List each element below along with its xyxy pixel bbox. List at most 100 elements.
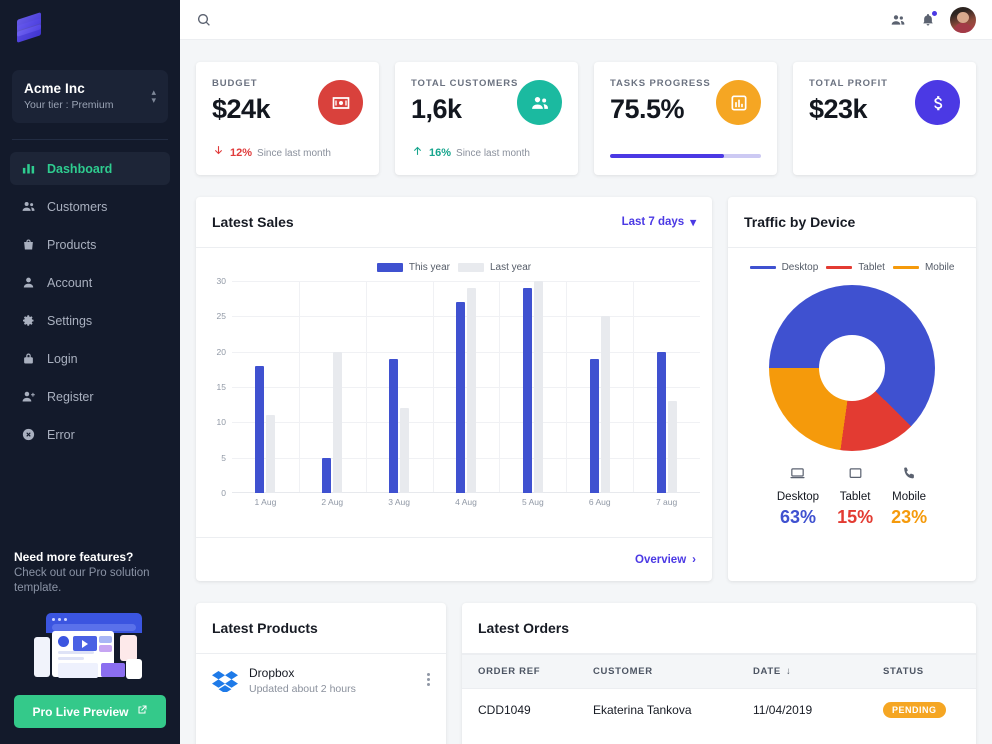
money-icon bbox=[318, 80, 363, 125]
donut-chart bbox=[769, 285, 935, 451]
avatar[interactable] bbox=[950, 6, 976, 33]
bar[interactable] bbox=[255, 365, 265, 493]
x-axis-tick: 1 Aug bbox=[254, 497, 277, 507]
legend-item-this-year: This year bbox=[376, 262, 450, 273]
list-item[interactable]: Dropbox Updated about 2 hours bbox=[196, 654, 446, 707]
search-icon[interactable] bbox=[196, 12, 212, 28]
bar[interactable] bbox=[400, 408, 410, 493]
sidebar-item-products[interactable]: Products bbox=[10, 228, 170, 261]
charts-row: Latest Sales Last 7 days ▾ This year Las… bbox=[196, 197, 976, 581]
organization-switcher[interactable]: Acme Inc Your tier : Premium ▴ ▾ bbox=[12, 70, 168, 123]
panel-title: Latest Orders bbox=[478, 620, 570, 636]
bar[interactable] bbox=[456, 302, 465, 493]
bar[interactable] bbox=[656, 351, 666, 493]
bar[interactable] bbox=[522, 288, 532, 493]
device-name: Mobile bbox=[892, 491, 927, 503]
progress-bar bbox=[610, 154, 761, 158]
app-logo[interactable] bbox=[0, 0, 180, 56]
sidebar-item-account[interactable]: Account bbox=[10, 266, 170, 299]
laptop-icon bbox=[789, 465, 806, 487]
table-header-row: ORDER REF CUSTOMER DATE ↓ STATUS bbox=[462, 654, 976, 689]
stat-card-total-profit: TOTAL PROFIT $23k bbox=[793, 62, 976, 175]
bar-group bbox=[232, 281, 299, 493]
product-updated: Updated about 2 hours bbox=[249, 683, 356, 695]
organization-name: Acme Inc bbox=[24, 81, 85, 96]
sidebar: Acme Inc Your tier : Premium ▴ ▾ Dashboar… bbox=[0, 0, 180, 744]
phone-icon bbox=[901, 465, 918, 487]
column-order-ref[interactable]: ORDER REF bbox=[462, 654, 577, 689]
table-row[interactable]: CDD1049 Ekaterina Tankova 11/04/2019 PEN… bbox=[462, 689, 976, 732]
sidebar-item-label: Error bbox=[47, 427, 75, 442]
column-date[interactable]: DATE ↓ bbox=[737, 654, 867, 689]
legend-label: Last year bbox=[489, 262, 532, 273]
date-range-selector[interactable]: Last 7 days ▾ bbox=[622, 215, 696, 229]
traffic-by-device-panel: Traffic by Device Desktop Tablet Mobile … bbox=[728, 197, 976, 581]
promo-illustration bbox=[34, 607, 146, 683]
overview-link[interactable]: Overview › bbox=[635, 554, 696, 566]
bar[interactable] bbox=[266, 415, 276, 493]
sidebar-nav: Dashboard Customers Products Account Set… bbox=[0, 152, 180, 456]
date-range-label: Last 7 days bbox=[621, 216, 685, 228]
device-tablet: Tablet 15% bbox=[837, 465, 873, 528]
panel-title: Traffic by Device bbox=[744, 214, 856, 230]
bar[interactable] bbox=[533, 281, 543, 493]
dollar-icon bbox=[915, 80, 960, 125]
more-options-icon[interactable] bbox=[427, 673, 430, 688]
legend-swatch bbox=[892, 266, 919, 269]
user-plus-icon bbox=[21, 389, 36, 404]
column-status[interactable]: STATUS bbox=[867, 654, 976, 689]
legend-label: Mobile bbox=[924, 262, 955, 273]
sidebar-item-customers[interactable]: Customers bbox=[10, 190, 170, 223]
pro-live-preview-label: Pro Live Preview bbox=[32, 704, 129, 719]
gear-icon bbox=[21, 313, 36, 328]
layers-logo-icon bbox=[14, 12, 44, 43]
x-axis-tick: 5 Aug bbox=[521, 497, 544, 507]
sidebar-item-login[interactable]: Login bbox=[10, 342, 170, 375]
stat-cards: BUDGET $24k 12% Since last month TOTAL C… bbox=[196, 62, 976, 175]
legend-label: Tablet bbox=[858, 262, 885, 273]
product-name: Dropbox bbox=[249, 666, 295, 680]
users-icon[interactable] bbox=[890, 12, 906, 28]
bottom-row: Latest Products Dropbox Updated about 2 … bbox=[196, 603, 976, 744]
bar-group bbox=[633, 281, 700, 493]
bar[interactable] bbox=[667, 401, 677, 493]
arrow-down-icon bbox=[212, 144, 225, 162]
cell-date: 11/04/2019 bbox=[753, 703, 813, 717]
device-name: Tablet bbox=[839, 491, 871, 503]
traffic-header: Traffic by Device bbox=[728, 197, 976, 248]
legend-item-tablet: Tablet bbox=[826, 262, 885, 273]
bar[interactable] bbox=[389, 358, 399, 493]
sidebar-item-label: Dashboard bbox=[47, 161, 113, 176]
panel-title: Latest Sales bbox=[212, 214, 294, 230]
stat-delta-value: 12% bbox=[230, 147, 253, 159]
error-circle-icon bbox=[21, 427, 36, 442]
bar-group bbox=[299, 281, 366, 493]
bar[interactable] bbox=[589, 358, 599, 493]
bar[interactable] bbox=[467, 288, 476, 493]
x-axis-tick: 3 Aug bbox=[388, 497, 411, 507]
stat-delta: 12% Since last month bbox=[212, 144, 331, 162]
top-header bbox=[180, 0, 992, 40]
bar-chart-legend: This year Last year bbox=[208, 262, 700, 273]
sidebar-item-dashboard[interactable]: Dashboard bbox=[10, 152, 170, 185]
panel-title: Latest Products bbox=[212, 620, 318, 636]
latest-sales-panel: Latest Sales Last 7 days ▾ This year Las… bbox=[196, 197, 712, 581]
bell-icon[interactable] bbox=[920, 9, 938, 28]
bar-group bbox=[433, 281, 500, 493]
column-customer[interactable]: CUSTOMER bbox=[577, 654, 737, 689]
device-percent: 63% bbox=[779, 507, 816, 527]
y-axis-tick: 10 bbox=[216, 417, 226, 428]
y-axis-tick: 25 bbox=[216, 311, 226, 322]
bar[interactable] bbox=[333, 351, 343, 493]
sidebar-item-settings[interactable]: Settings bbox=[10, 304, 170, 337]
bar[interactable] bbox=[322, 457, 332, 493]
stat-delta-value: 16% bbox=[429, 147, 452, 159]
bar[interactable] bbox=[600, 316, 610, 493]
insert-chart-icon bbox=[716, 80, 761, 125]
sidebar-item-error[interactable]: Error bbox=[10, 418, 170, 451]
cell-customer: Ekaterina Tankova bbox=[593, 703, 692, 717]
donut-legend: Desktop Tablet Mobile bbox=[749, 262, 955, 273]
sidebar-item-register[interactable]: Register bbox=[10, 380, 170, 413]
pro-live-preview-button[interactable]: Pro Live Preview bbox=[14, 695, 166, 728]
device-mobile: Mobile 23% bbox=[891, 465, 927, 528]
